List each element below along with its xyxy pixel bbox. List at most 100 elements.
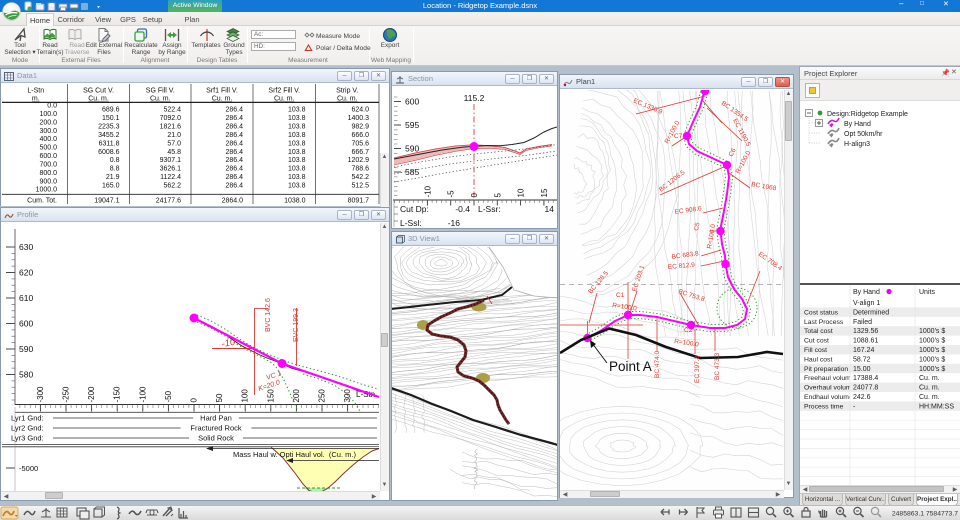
- svg-text:m.: m.: [32, 96, 40, 103]
- svg-text:Polar / Delta Mode: Polar / Delta Mode: [316, 45, 371, 52]
- svg-text:-0.4: -0.4: [455, 204, 470, 214]
- svg-text:58.72: 58.72: [853, 356, 871, 363]
- svg-text:562.2: 562.2: [163, 183, 181, 190]
- svg-text:788.6: 788.6: [351, 166, 369, 173]
- svg-text:-50: -50: [164, 390, 173, 402]
- svg-text:Cu. m.: Cu. m.: [150, 96, 171, 103]
- svg-text:0.8: 0.8: [110, 157, 120, 164]
- svg-text:900.0: 900.0: [39, 178, 57, 185]
- svg-text:600: 600: [19, 319, 33, 329]
- svg-text:103.8: 103.8: [288, 107, 306, 114]
- svg-text:1400.3: 1400.3: [348, 115, 370, 122]
- svg-text:1038.0: 1038.0: [284, 198, 306, 205]
- svg-text:By Hand: By Hand: [844, 121, 871, 128]
- svg-text:BC 473.3: BC 473.3: [714, 353, 721, 380]
- svg-text:500.0: 500.0: [39, 145, 57, 152]
- svg-text:-150: -150: [113, 386, 122, 403]
- svg-text:Last Process: Last Process: [804, 319, 844, 326]
- svg-text:By Hand: By Hand: [853, 289, 880, 296]
- svg-text:580: 580: [19, 370, 33, 380]
- svg-text:666.7: 666.7: [351, 149, 369, 156]
- svg-text:1202.9: 1202.9: [348, 157, 370, 164]
- svg-text:286.4: 286.4: [225, 174, 243, 181]
- svg-text:Freehaul volum...: Freehaul volum...: [804, 375, 857, 382]
- svg-text:Endhaul volume: Endhaul volume: [804, 394, 853, 401]
- svg-text:630: 630: [19, 242, 33, 252]
- svg-text:Design:Ridgetop Example: Design:Ridgetop Example: [827, 111, 908, 118]
- svg-text:-5: -5: [447, 190, 456, 198]
- svg-text:286.4: 286.4: [225, 115, 243, 122]
- svg-text:Haul cost: Haul cost: [804, 356, 832, 363]
- svg-text:620: 620: [19, 268, 33, 278]
- svg-text:-200: -200: [87, 386, 96, 403]
- svg-text:Cut cost: Cut cost: [804, 338, 829, 345]
- svg-text:-16: -16: [448, 218, 461, 228]
- svg-text:165.0: 165.0: [102, 183, 120, 190]
- svg-text:3455.2: 3455.2: [98, 132, 120, 139]
- svg-text:Cu. m.: Cu. m.: [274, 96, 295, 103]
- svg-text:L-Ssl:: L-Ssl:: [400, 218, 422, 228]
- svg-text:Cu. m.: Cu. m.: [919, 375, 940, 382]
- svg-text:1000's $: 1000's $: [919, 347, 945, 354]
- svg-text:6008.6: 6008.6: [98, 149, 120, 156]
- svg-text:EVC 199.3: EVC 199.3: [293, 308, 300, 342]
- svg-text:C5: C5: [693, 222, 701, 232]
- svg-text:Point A: Point A: [609, 359, 652, 374]
- svg-text:9307.1: 9307.1: [160, 157, 182, 164]
- svg-text:1088.61: 1088.61: [853, 338, 878, 345]
- svg-text:15: 15: [540, 188, 549, 197]
- svg-text:600: 600: [405, 97, 419, 107]
- svg-text:Cu. m.: Cu. m.: [212, 96, 233, 103]
- svg-text:0: 0: [190, 398, 199, 403]
- svg-text:103.8: 103.8: [288, 157, 306, 164]
- svg-text:400.0: 400.0: [39, 136, 57, 143]
- svg-text:286.4: 286.4: [225, 132, 243, 139]
- svg-text:7092.0: 7092.0: [160, 115, 182, 122]
- svg-text:21.0: 21.0: [167, 132, 181, 139]
- svg-text:21.9: 21.9: [106, 174, 120, 181]
- svg-text:700.0: 700.0: [39, 161, 57, 168]
- svg-text:Lyr1 Gnd:: Lyr1 Gnd:: [11, 414, 44, 423]
- svg-text:115.2: 115.2: [464, 93, 485, 103]
- svg-text:103.8: 103.8: [288, 149, 306, 156]
- svg-text:590: 590: [405, 144, 419, 154]
- svg-text:585: 585: [405, 167, 419, 177]
- svg-text:24077.8: 24077.8: [853, 385, 878, 392]
- svg-text:542.2: 542.2: [351, 174, 369, 181]
- svg-text:Measure Mode: Measure Mode: [316, 33, 360, 40]
- svg-text:200: 200: [292, 389, 301, 403]
- svg-text:Determined: Determined: [853, 309, 889, 316]
- svg-text:286.4: 286.4: [225, 107, 243, 114]
- svg-text:EC 397.3: EC 397.3: [694, 356, 701, 383]
- svg-text:2235.3: 2235.3: [98, 124, 120, 131]
- svg-text:-300: -300: [36, 386, 45, 403]
- svg-text:L-Ssr:: L-Ssr:: [478, 204, 501, 214]
- svg-text:705.6: 705.6: [351, 140, 369, 147]
- svg-text:Cu. m.: Cu. m.: [88, 96, 109, 103]
- svg-text:6311.8: 6311.8: [99, 140, 120, 147]
- svg-text:C2: C2: [684, 327, 693, 334]
- svg-text:C1: C1: [616, 292, 625, 299]
- svg-text:Srf1 Fill V.: Srf1 Fill V.: [206, 88, 238, 95]
- svg-text:666.0: 666.0: [351, 132, 369, 139]
- svg-text:103.8: 103.8: [288, 132, 306, 139]
- svg-text:2864.0: 2864.0: [222, 198, 244, 205]
- svg-text:800.0: 800.0: [39, 170, 57, 177]
- svg-text:103.8: 103.8: [288, 166, 306, 173]
- svg-text:103.8: 103.8: [288, 124, 306, 131]
- svg-text:L-Stn: L-Stn: [27, 88, 44, 95]
- svg-text:Overhaul volume: Overhaul volume: [804, 385, 856, 392]
- svg-text:-100: -100: [138, 386, 147, 403]
- svg-text:610: 610: [19, 293, 33, 303]
- svg-text:Solid Rock: Solid Rock: [198, 434, 234, 443]
- svg-text:150: 150: [266, 389, 275, 403]
- svg-text:167.24: 167.24: [853, 347, 875, 354]
- svg-text:Process time: Process time: [804, 403, 844, 410]
- svg-text:15.00: 15.00: [853, 366, 871, 373]
- svg-text:BVC 142.6: BVC 142.6: [265, 298, 272, 332]
- svg-text:2485863.1: 2485863.1: [892, 511, 924, 518]
- svg-text:286.4: 286.4: [225, 183, 243, 190]
- svg-text:522.4: 522.4: [163, 107, 181, 114]
- svg-text:19047.1: 19047.1: [94, 198, 119, 205]
- svg-text:100: 100: [241, 389, 250, 403]
